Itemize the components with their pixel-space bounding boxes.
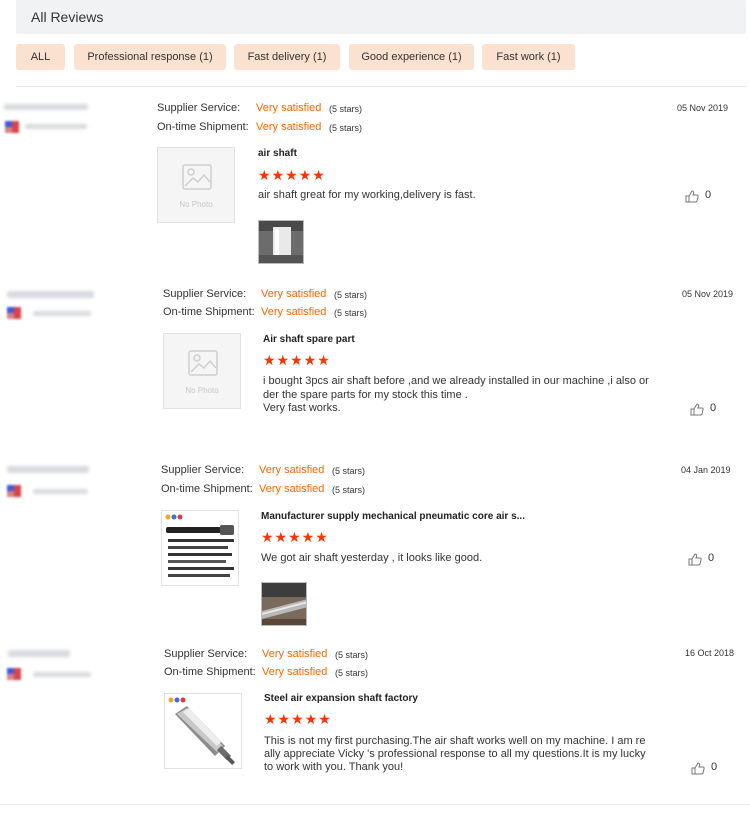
review-text-line: i bought 3pcs air shaft before ,and we a… [263, 375, 649, 387]
supplier-service-rating: Very satisfied [259, 464, 325, 476]
no-photo-label: No Photo [179, 200, 213, 209]
on-time-shipment-rating: Very satisfied [261, 306, 327, 318]
like-count: 0 [710, 402, 717, 414]
on-time-shipment-rating: Very satisfied [256, 121, 322, 133]
blurred-country [33, 489, 88, 494]
review-date: 05 Nov 2019 [682, 289, 734, 299]
blurred-country [33, 672, 91, 677]
review-text-line: Very fast works. [263, 402, 341, 414]
blurred-username [4, 104, 88, 110]
supplier-service-rating: Very satisfied [262, 648, 328, 660]
divider [0, 804, 750, 805]
on-time-shipment-label: On-time Shipment: [164, 666, 256, 678]
filter-professional-response[interactable]: Professional response (1) [74, 44, 226, 70]
air-shaft-photo [262, 583, 306, 625]
on-time-shipment-label: On-time Shipment: [163, 306, 255, 318]
blurred-username [7, 291, 94, 298]
blurred-country [25, 124, 87, 129]
review-stars: ★★★★★ [264, 711, 332, 727]
review-text: air shaft great for my working,delivery … [258, 189, 476, 201]
supplier-service-stars: (5 stars) [332, 466, 366, 476]
on-time-shipment-stars: (5 stars) [329, 123, 363, 133]
on-time-shipment-rating: Very satisfied [262, 666, 328, 678]
like-count: 0 [711, 761, 718, 773]
product-title[interactable]: air shaft [258, 148, 297, 159]
review-stars: ★★★★★ [258, 167, 326, 183]
thumbs-up-icon[interactable] [685, 190, 699, 203]
thumbs-up-icon[interactable] [691, 762, 705, 775]
filter-good-experience[interactable]: Good experience (1) [349, 44, 474, 70]
country-flag-icon [7, 485, 21, 497]
like-count: 0 [705, 189, 712, 201]
air-shaft-photo [259, 221, 303, 263]
filter-fast-delivery[interactable]: Fast delivery (1) [234, 44, 340, 70]
no-photo-icon [188, 350, 218, 376]
blurred-country [33, 311, 91, 316]
review-text-line: der the spare parts for my stock this ti… [263, 389, 468, 401]
review-attachment-image[interactable] [258, 220, 304, 264]
thumbs-up-icon[interactable] [690, 403, 704, 416]
review-text-line: to work with you. Thank you! [264, 761, 404, 773]
product-thumbnail[interactable]: No Photo [163, 333, 241, 409]
product-thumbnail[interactable] [164, 693, 242, 769]
product-thumbnail[interactable] [161, 510, 239, 586]
filter-all[interactable]: ALL [16, 44, 65, 70]
no-photo-label: No Photo [185, 386, 219, 395]
blurred-username [8, 650, 70, 657]
blurred-username [7, 466, 89, 473]
supplier-service-stars: (5 stars) [334, 290, 368, 300]
product-title[interactable]: Steel air expansion shaft factory [264, 693, 418, 704]
product-thumbnail[interactable]: No Photo [157, 147, 235, 223]
country-flag-icon [5, 121, 19, 133]
country-flag-icon [7, 668, 21, 680]
on-time-shipment-stars: (5 stars) [335, 668, 369, 678]
supplier-service-label: Supplier Service: [161, 464, 245, 476]
reviews-header: All Reviews [16, 0, 746, 34]
filter-fast-work[interactable]: Fast work (1) [482, 44, 575, 70]
supplier-service-label: Supplier Service: [157, 102, 241, 114]
review-attachment-image[interactable] [261, 582, 307, 626]
supplier-service-rating: Very satisfied [261, 288, 327, 300]
review-date: 04 Jan 2019 [681, 465, 731, 475]
review-date: 05 Nov 2019 [677, 103, 729, 113]
supplier-service-label: Supplier Service: [164, 648, 248, 660]
supplier-service-rating: Very satisfied [256, 102, 322, 114]
reviews-title: All Reviews [31, 9, 104, 25]
divider [16, 86, 746, 87]
product-title[interactable]: Air shaft spare part [263, 334, 355, 345]
like-count: 0 [708, 552, 715, 564]
air-shaft-product-photo [165, 514, 234, 577]
review-text-line: ally appreciate Vicky 's professional re… [264, 748, 646, 760]
on-time-shipment-stars: (5 stars) [334, 308, 368, 318]
supplier-service-stars: (5 stars) [335, 650, 369, 660]
review-text: We got air shaft yesterday , it looks li… [261, 552, 483, 564]
review-stars: ★★★★★ [263, 352, 331, 368]
on-time-shipment-rating: Very satisfied [259, 483, 325, 495]
product-title[interactable]: Manufacturer supply mechanical pneumatic… [261, 511, 525, 522]
no-photo-icon [182, 164, 212, 190]
supplier-service-stars: (5 stars) [329, 104, 363, 114]
review-text-line: This is not my first purchasing.The air … [264, 735, 646, 747]
supplier-service-label: Supplier Service: [163, 288, 247, 300]
review-date: 16 Oct 2018 [685, 648, 735, 658]
on-time-shipment-stars: (5 stars) [332, 485, 366, 495]
country-flag-icon [7, 307, 21, 319]
review-stars: ★★★★★ [261, 529, 329, 545]
expansion-shaft-product-photo [168, 697, 235, 765]
thumbs-up-icon[interactable] [688, 553, 702, 566]
on-time-shipment-label: On-time Shipment: [161, 483, 253, 495]
on-time-shipment-label: On-time Shipment: [157, 121, 249, 133]
